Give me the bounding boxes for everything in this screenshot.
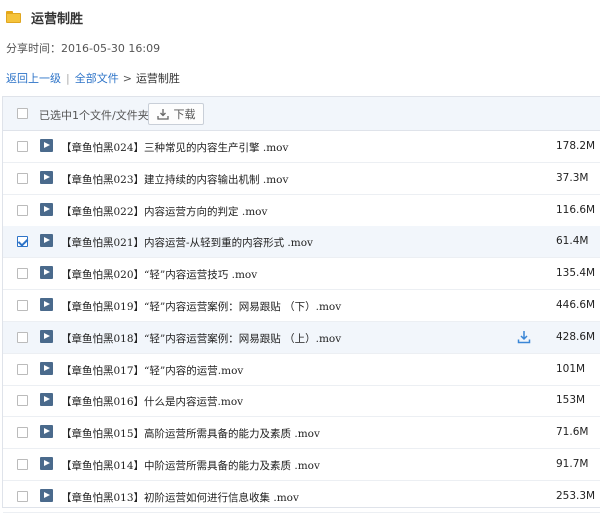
all-files-link[interactable]: 全部文件 [75, 70, 119, 86]
file-row[interactable]: 【章鱼怕黑024】三种常见的内容生产引擎 .mov 178.2M [3, 131, 600, 163]
file-name[interactable]: 【章鱼怕黑017】“轻”内容的运营.mov [61, 363, 243, 378]
file-checkbox[interactable] [17, 427, 28, 439]
breadcrumb-arrow: > [122, 71, 132, 85]
breadcrumb-separator: | [66, 71, 70, 85]
share-time-label: 分享时间： [6, 42, 61, 55]
file-checkbox[interactable] [17, 459, 28, 470]
file-name[interactable]: 【章鱼怕黑022】内容运营方向的判定 .mov [61, 204, 267, 219]
file-name[interactable]: 【章鱼怕黑016】什么是内容运营.mov [61, 394, 243, 409]
select-all-checkbox[interactable] [17, 108, 28, 119]
file-row[interactable]: 【章鱼怕黑016】什么是内容运营.mov 153M [3, 385, 600, 418]
row-download-icon[interactable] [517, 330, 531, 344]
folder-header: 运营制胜 [6, 7, 83, 27]
file-checkbox[interactable] [17, 395, 28, 407]
file-checkbox[interactable] [17, 141, 28, 152]
file-name[interactable]: 【章鱼怕黑019】“轻”内容运营案例：网易跟贴 （下）.mov [61, 299, 341, 314]
file-row[interactable]: 【章鱼怕黑019】“轻”内容运营案例：网易跟贴 （下）.mov 446.6M [3, 290, 600, 322]
back-link[interactable]: 返回上一级 [6, 70, 61, 86]
file-checkbox[interactable] [17, 268, 28, 280]
file-row[interactable]: 【章鱼怕黑018】“轻”内容运营案例：网易跟贴 （上）.mov 428.6M [3, 321, 600, 354]
video-file-icon [40, 393, 53, 407]
file-size: 116.6M [556, 203, 596, 216]
file-size: 428.6M [556, 330, 596, 343]
file-row[interactable]: 【章鱼怕黑020】“轻”内容运营技巧 .mov 135.4M [3, 258, 600, 291]
video-file-icon [40, 266, 53, 280]
file-size: 153M [556, 394, 586, 407]
video-file-icon [40, 329, 53, 343]
file-size: 135.4M [556, 267, 596, 280]
file-name[interactable]: 【章鱼怕黑015】高阶运营所需具备的能力及素质 .mov [61, 426, 320, 441]
video-file-icon [40, 298, 53, 311]
video-file-icon [40, 457, 53, 470]
breadcrumb: 返回上一级 | 全部文件 > 运营制胜 [6, 70, 180, 86]
file-checkbox[interactable] [17, 331, 28, 343]
file-checkbox[interactable] [17, 204, 28, 216]
file-checkbox[interactable] [17, 236, 28, 248]
video-file-icon [40, 202, 53, 216]
file-size: 71.6M [556, 426, 589, 439]
share-time-value: 2016-05-30 16:09 [61, 42, 161, 55]
file-size: 91.7M [556, 458, 589, 470]
file-size: 446.6M [556, 299, 596, 311]
file-name[interactable]: 【章鱼怕黑020】“轻”内容运营技巧 .mov [61, 267, 257, 282]
download-button-label: 下载 [173, 108, 196, 121]
file-row[interactable]: 【章鱼怕黑014】中阶运营所需具备的能力及素质 .mov 91.7M [3, 449, 600, 481]
video-file-icon [40, 425, 53, 439]
file-checkbox[interactable] [17, 300, 28, 311]
file-checkbox[interactable] [17, 363, 28, 375]
file-size: 178.2M [556, 140, 596, 152]
file-name[interactable]: 【章鱼怕黑023】建立持续的内容输出机制 .mov [61, 172, 288, 187]
file-name[interactable]: 【章鱼怕黑021】内容运营-从轻到重的内容形式 .mov [61, 235, 313, 250]
download-button[interactable]: 下载 [148, 103, 204, 125]
selection-status: 已选中1个文件/文件夹 [39, 109, 149, 122]
file-size: 101M [556, 362, 586, 375]
share-time: 分享时间：2016-05-30 16:09 [6, 40, 160, 56]
file-size: 253.3M [556, 489, 596, 502]
file-checkbox[interactable] [17, 172, 28, 184]
file-name[interactable]: 【章鱼怕黑014】中阶运营所需具备的能力及素质 .mov [61, 458, 320, 473]
file-row[interactable]: 【章鱼怕黑017】“轻”内容的运营.mov 101M [3, 354, 600, 386]
file-name[interactable]: 【章鱼怕黑013】初阶运营如何进行信息收集 .mov [61, 490, 299, 505]
video-file-icon [40, 488, 53, 502]
folder-title: 运营制胜 [31, 11, 84, 27]
video-file-icon [40, 361, 53, 375]
file-size: 37.3M [556, 171, 589, 184]
file-row[interactable]: 【章鱼怕黑021】内容运营-从轻到重的内容形式 .mov 61.4M [3, 226, 600, 259]
download-icon [156, 109, 169, 120]
file-row[interactable]: 【章鱼怕黑023】建立持续的内容输出机制 .mov 37.3M [3, 163, 600, 195]
file-row[interactable]: 【章鱼怕黑022】内容运营方向的判定 .mov 116.6M [3, 195, 600, 227]
file-name[interactable]: 【章鱼怕黑024】三种常见的内容生产引擎 .mov [61, 140, 288, 155]
file-list: 已选中1个文件/文件夹 下载 【章鱼怕黑024】三种常见的内容生产引擎 .mov… [2, 96, 600, 513]
file-size: 61.4M [556, 235, 589, 248]
file-name[interactable]: 【章鱼怕黑018】“轻”内容运营案例：网易跟贴 （上）.mov [61, 331, 341, 346]
folder-icon [6, 11, 21, 23]
video-file-icon [40, 170, 53, 184]
file-checkbox[interactable] [17, 490, 28, 502]
breadcrumb-current: 运营制胜 [135, 72, 180, 85]
file-row[interactable]: 【章鱼怕黑015】高阶运营所需具备的能力及素质 .mov 71.6M [3, 417, 600, 450]
video-file-icon [40, 234, 53, 248]
video-file-icon [40, 139, 53, 152]
selection-toolbar: 已选中1个文件/文件夹 下载 [3, 97, 600, 131]
